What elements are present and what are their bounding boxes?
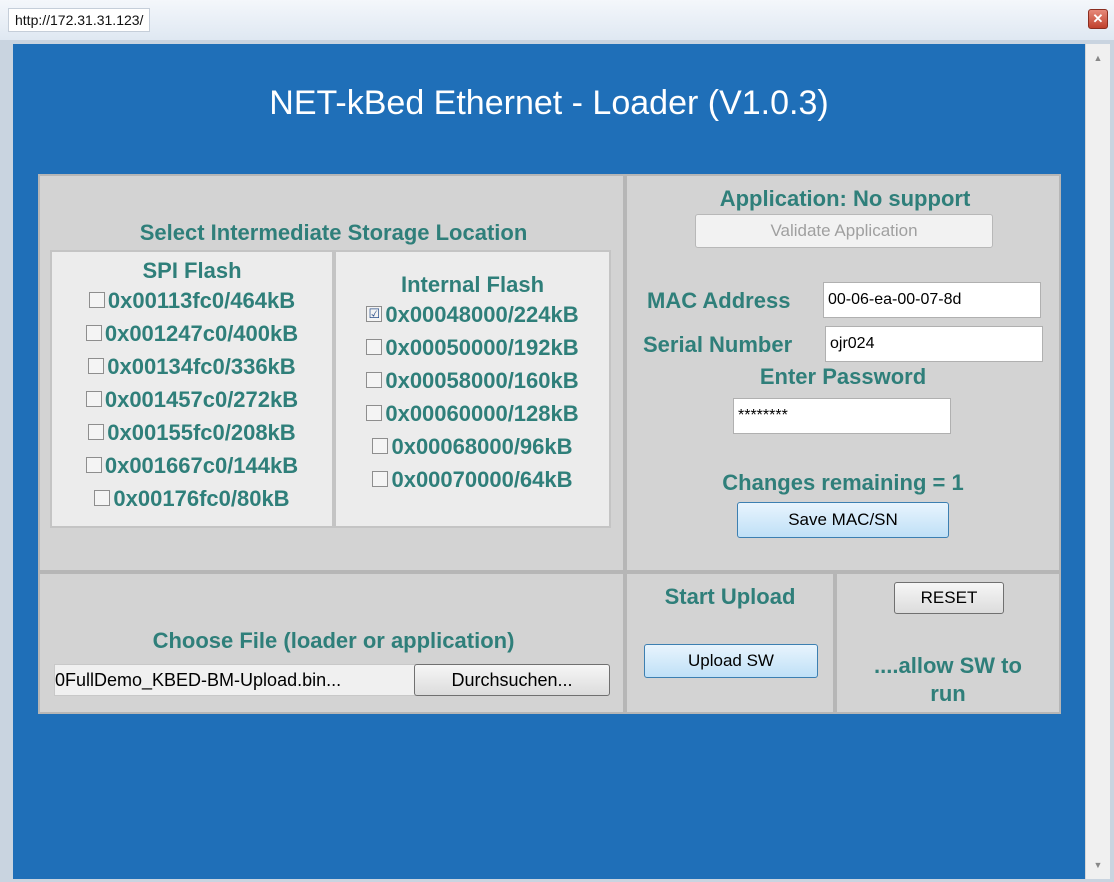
storage-option[interactable]: 0x00134fc0/336kB	[52, 350, 332, 383]
checkbox-icon[interactable]	[88, 424, 105, 441]
storage-option[interactable]: 0x00070000/64kB	[336, 463, 609, 496]
storage-option-label: 0x001667c0/144kB	[104, 453, 299, 478]
page-viewport: NET-kBed Ethernet - Loader (V1.0.3) Sele…	[13, 44, 1085, 879]
start-upload-title: Start Upload	[664, 584, 796, 609]
storage-option[interactable]: 0x00068000/96kB	[336, 430, 609, 463]
page-title: NET-kBed Ethernet - Loader (V1.0.3)	[269, 84, 829, 122]
validate-application-button[interactable]: Validate Application	[695, 214, 993, 248]
spi-flash-panel: SPI Flash 0x00113fc0/464kB 0x001247c0/400…	[50, 250, 334, 528]
checkbox-icon[interactable]	[372, 471, 389, 488]
start-upload-panel: Start Upload Upload SW	[625, 572, 835, 714]
serial-number-field[interactable]: ojr024	[825, 326, 1043, 362]
storage-option-label: 0x00048000/224kB	[385, 302, 579, 327]
checkbox-checked-icon[interactable]: ☑	[366, 306, 383, 323]
storage-option[interactable]: 0x00060000/128kB	[336, 397, 609, 430]
storage-panel: Select Intermediate Storage Location SPI…	[38, 174, 625, 572]
storage-option-label: 0x001247c0/400kB	[104, 321, 299, 346]
internal-flash-panel: Internal Flash ☑ 0x00048000/224kB 0x000500…	[334, 250, 611, 528]
scroll-up-icon[interactable]: ▲	[1086, 48, 1110, 68]
file-path-field[interactable]: ...0FullDemo_KBED-BM-Upload.bin	[54, 664, 416, 696]
spi-flash-options: 0x00113fc0/464kB 0x001247c0/400kB 0x00134f…	[52, 284, 332, 515]
allow-sw-run-text: ....allow SW to run	[874, 653, 1022, 706]
storage-option[interactable]: 0x00050000/192kB	[336, 331, 609, 364]
browse-button[interactable]: Durchsuchen...	[414, 664, 610, 696]
storage-option-label: 0x00068000/96kB	[391, 434, 573, 459]
checkbox-icon[interactable]	[88, 358, 105, 375]
browser-titlebar: http://172.31.31.123/ ✕	[0, 0, 1114, 41]
internal-flash-options: ☑ 0x00048000/224kB 0x00050000/192kB 0x00058…	[336, 298, 609, 496]
storage-option-label: 0x00155fc0/208kB	[107, 420, 296, 445]
storage-option[interactable]: ☑ 0x00048000/224kB	[336, 298, 609, 331]
checkbox-icon[interactable]	[366, 405, 383, 422]
choose-file-title: Choose File (loader or application)	[152, 628, 515, 653]
storage-option-label: 0x00134fc0/336kB	[107, 354, 296, 379]
checkbox-icon[interactable]	[85, 457, 102, 474]
scroll-down-icon[interactable]: ▼	[1086, 855, 1110, 875]
storage-option-label: 0x00176fc0/80kB	[113, 486, 290, 511]
storage-option[interactable]: 0x00155fc0/208kB	[52, 416, 332, 449]
storage-option-label: 0x00050000/192kB	[385, 335, 579, 360]
mac-address-label: MAC Address	[647, 288, 791, 313]
checkbox-icon[interactable]	[94, 490, 111, 507]
save-mac-sn-button[interactable]: Save MAC/SN	[737, 502, 949, 538]
storage-option[interactable]: 0x00176fc0/80kB	[52, 482, 332, 515]
storage-option[interactable]: 0x001247c0/400kB	[52, 317, 332, 350]
storage-option-label: 0x00113fc0/464kB	[107, 288, 296, 313]
serial-number-label: Serial Number	[643, 332, 793, 357]
checkbox-icon[interactable]	[85, 325, 102, 342]
mac-address-field[interactable]: 00-06-ea-00-07-8d	[823, 282, 1041, 318]
vertical-scrollbar[interactable]: ▲ ▼	[1085, 44, 1110, 879]
close-icon[interactable]: ✕	[1088, 9, 1108, 29]
checkbox-icon[interactable]	[85, 391, 102, 408]
password-field[interactable]: ********	[733, 398, 951, 434]
storage-option-label: 0x00058000/160kB	[385, 368, 579, 393]
storage-option-label: 0x00070000/64kB	[391, 467, 573, 492]
storage-option[interactable]: 0x001667c0/144kB	[52, 449, 332, 482]
password-label: Enter Password	[759, 364, 927, 389]
spi-flash-title: SPI Flash	[142, 258, 242, 283]
checkbox-icon[interactable]	[88, 292, 105, 309]
checkbox-icon[interactable]	[366, 372, 383, 389]
internal-flash-title: Internal Flash	[400, 272, 545, 297]
application-panel: Application: No support Validate Applica…	[625, 174, 1061, 572]
storage-option-label: 0x001457c0/272kB	[104, 387, 299, 412]
checkbox-icon[interactable]	[372, 438, 389, 455]
reset-button[interactable]: RESET	[894, 582, 1004, 614]
storage-title: Select Intermediate Storage Location	[139, 220, 528, 245]
choose-file-panel: Choose File (loader or application) ...0…	[38, 572, 625, 714]
changes-remaining-text: Changes remaining = 1	[722, 470, 964, 495]
storage-option[interactable]: 0x001457c0/272kB	[52, 383, 332, 416]
address-url[interactable]: http://172.31.31.123/	[8, 8, 151, 32]
application-status: Application: No support	[719, 186, 971, 211]
reset-panel: RESET ....allow SW to run	[835, 572, 1061, 714]
storage-option-label: 0x00060000/128kB	[385, 401, 579, 426]
storage-option[interactable]: 0x00058000/160kB	[336, 364, 609, 397]
upload-sw-button[interactable]: Upload SW	[644, 644, 818, 678]
storage-option[interactable]: 0x00113fc0/464kB	[52, 284, 332, 317]
checkbox-icon[interactable]	[366, 339, 383, 356]
